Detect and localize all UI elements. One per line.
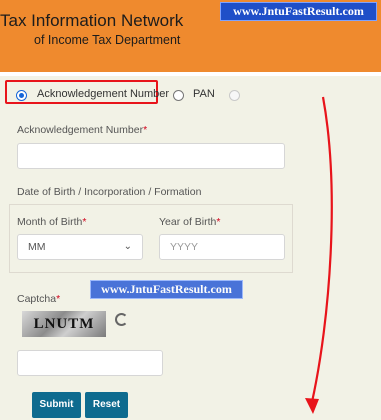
annotation-arrow <box>305 96 333 414</box>
